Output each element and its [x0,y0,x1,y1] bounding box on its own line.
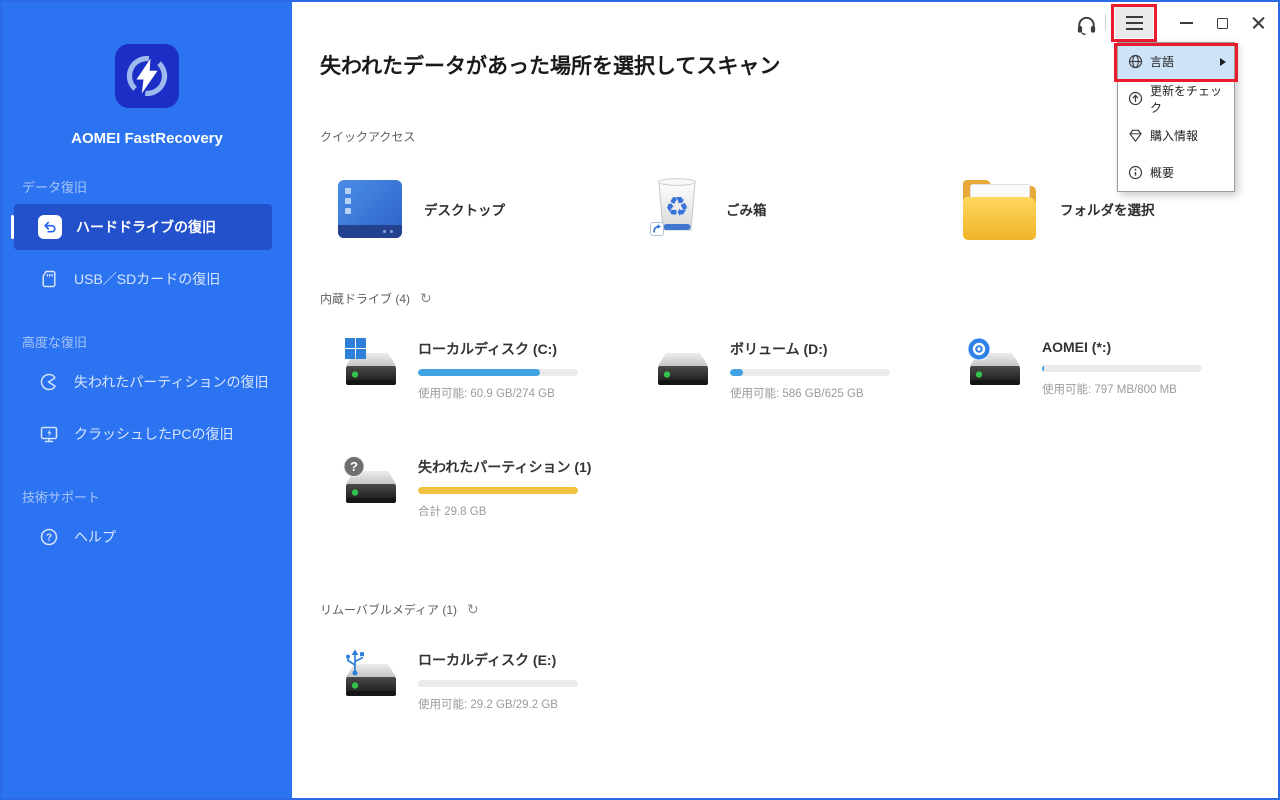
maximize-icon [1216,17,1228,29]
drive-usage-track [418,680,578,687]
refresh-icon[interactable]: ↻ [420,292,432,306]
sidebar-item-hard-drive-recovery[interactable]: ハードドライブの復旧 [11,204,272,250]
nav-section-tech-support: 技術サポート [22,490,101,505]
drive-info: 使用可能: 797 MB/800 MB [1042,384,1177,396]
drive-usage-track [418,369,578,376]
drive-usage-bar [418,369,540,376]
app-menu-dropdown: 言語 更新をチェック 購入情報 概要 [1117,42,1235,192]
sidebar-item-label: クラッシュしたPCの復旧 [74,426,234,442]
drive-name: AOMEI (*:) [1042,339,1112,355]
titlebar-separator [1105,14,1106,31]
drive-card-e[interactable]: ローカルディスク (E:) 使用可能: 29.2 GB/29.2 GB [320,648,632,712]
drive-usage-track [1042,365,1202,372]
app-window: AOMEI FastRecovery データ復旧 ハードドライブの復旧 USB／… [0,0,1280,800]
menu-item-label: 言語 [1150,55,1175,69]
menu-item-about[interactable]: 概要 [1118,154,1234,191]
drive-usage-bar [730,369,743,376]
hard-drive-question-icon: ? [338,455,402,519]
internal-drives-grid: ローカルディスク (C:) 使用可能: 60.9 GB/274 GB ボリューム… [320,337,1238,519]
drive-info: 合計 29.8 GB [418,506,487,518]
internal-drives-label: 内蔵ドライブ (4) ↻ [320,290,432,307]
drive-usage-track [418,487,578,494]
drive-card-aomei[interactable]: AOMEI (*:) 使用可能: 797 MB/800 MB [944,337,1238,401]
menu-item-purchase-info[interactable]: 購入情報 [1118,117,1234,154]
drive-info: 使用可能: 29.2 GB/29.2 GB [418,699,558,711]
drive-info: 使用可能: 586 GB/625 GB [730,388,864,400]
maximize-button[interactable] [1209,10,1235,36]
desktop-icon [338,179,402,238]
sidebar-item-help[interactable]: ? ヘルプ [2,514,292,560]
app-name: AOMEI FastRecovery [71,130,223,147]
sidebar-nav: データ復旧 ハードドライブの復旧 USB／SDカードの復旧 高度な復旧 失われた… [2,177,292,560]
quick-access-label: クイックアクセス [320,130,416,144]
page-title: 失われたデータがあった場所を選択してスキャン [320,55,781,78]
minimize-button[interactable] [1173,10,1199,36]
drive-usage-bar [1042,365,1044,372]
support-headset-button[interactable] [1072,10,1100,38]
submenu-arrow-icon [1220,57,1226,66]
quick-access-label-text: ごみ箱 [726,202,767,218]
drive-card-c[interactable]: ローカルディスク (C:) 使用可能: 60.9 GB/274 GB [320,337,632,401]
svg-text:?: ? [46,533,52,544]
refresh-icon[interactable]: ↻ [467,603,479,617]
drive-card-d[interactable]: ボリューム (D:) 使用可能: 586 GB/625 GB [632,337,944,401]
info-icon [1128,165,1143,180]
usb-drive-icon [338,648,402,712]
sidebar-item-usb-sd-recovery[interactable]: USB／SDカードの復旧 [2,256,292,302]
hard-drive-icon [650,337,714,401]
drive-info: 使用可能: 60.9 GB/274 GB [418,388,555,400]
drive-usage-bar [418,487,578,494]
gem-tag-icon [1128,128,1143,143]
removable-media-grid: ローカルディスク (E:) 使用可能: 29.2 GB/29.2 GB [320,648,1238,712]
removable-media-label: リムーバブルメディア (1) ↻ [320,601,479,618]
close-button[interactable] [1245,10,1271,36]
menu-item-label: 購入情報 [1150,129,1199,143]
menu-item-label: 更新をチェック [1150,83,1223,115]
sidebar-item-crashed-pc-recovery[interactable]: クラッシュしたPCの復旧 [2,411,292,457]
globe-icon [1128,54,1143,69]
svg-text:♻: ♻ [665,192,689,223]
hard-drive-aomei-icon [962,337,1026,401]
sidebar-item-label: ヘルプ [74,529,116,545]
hard-drive-windows-icon [338,337,402,401]
menu-item-language[interactable]: 言語 [1118,43,1234,80]
headset-icon [1077,16,1095,35]
svg-text:?: ? [350,459,358,474]
hamburger-menu-button[interactable] [1115,7,1153,38]
drive-card-lost-partition[interactable]: ? 失われたパーティション (1) 合計 29.8 GB [320,455,632,519]
sidebar-item-label: ハードドライブの復旧 [76,219,216,235]
app-logo-icon [115,44,179,108]
sidebar-item-label: USB／SDカードの復旧 [74,271,221,287]
drive-name: 失われたパーティション (1) [418,459,592,475]
sidebar-item-lost-partition-recovery[interactable]: 失われたパーティションの復旧 [2,359,292,405]
minimize-icon [1179,22,1193,24]
quick-access-desktop[interactable]: デスクトップ [320,175,632,242]
drive-name: ボリューム (D:) [730,341,828,357]
nav-section-data-recovery: データ復旧 [22,180,88,195]
drive-name: ローカルディスク (E:) [418,652,557,668]
help-icon: ? [38,526,60,548]
folder-icon [962,178,1038,240]
sidebar: AOMEI FastRecovery データ復旧 ハードドライブの復旧 USB／… [2,2,292,798]
drive-usage-track [730,369,890,376]
nav-section-advanced-recovery: 高度な復旧 [22,335,88,350]
recycle-bin-icon: ♻ [650,175,704,242]
close-icon [1251,16,1266,31]
sidebar-item-label: 失われたパーティションの復旧 [74,374,269,390]
quick-access-recycle-bin[interactable]: ♻ ごみ箱 [632,175,944,242]
partition-pie-icon [38,371,60,393]
drive-name: ローカルディスク (C:) [418,341,558,357]
crashed-pc-icon [38,423,60,445]
undo-arrow-icon [38,215,62,239]
quick-access-label-text: フォルダを選択 [1060,202,1155,218]
menu-item-label: 概要 [1150,166,1175,180]
menu-item-check-updates[interactable]: 更新をチェック [1118,80,1234,117]
sd-card-icon [38,268,60,290]
update-icon [1128,91,1143,106]
quick-access-row: デスクトップ ♻ ごみ箱 フォルダを選択 [320,175,1238,242]
quick-access-label-text: デスクトップ [424,202,505,218]
